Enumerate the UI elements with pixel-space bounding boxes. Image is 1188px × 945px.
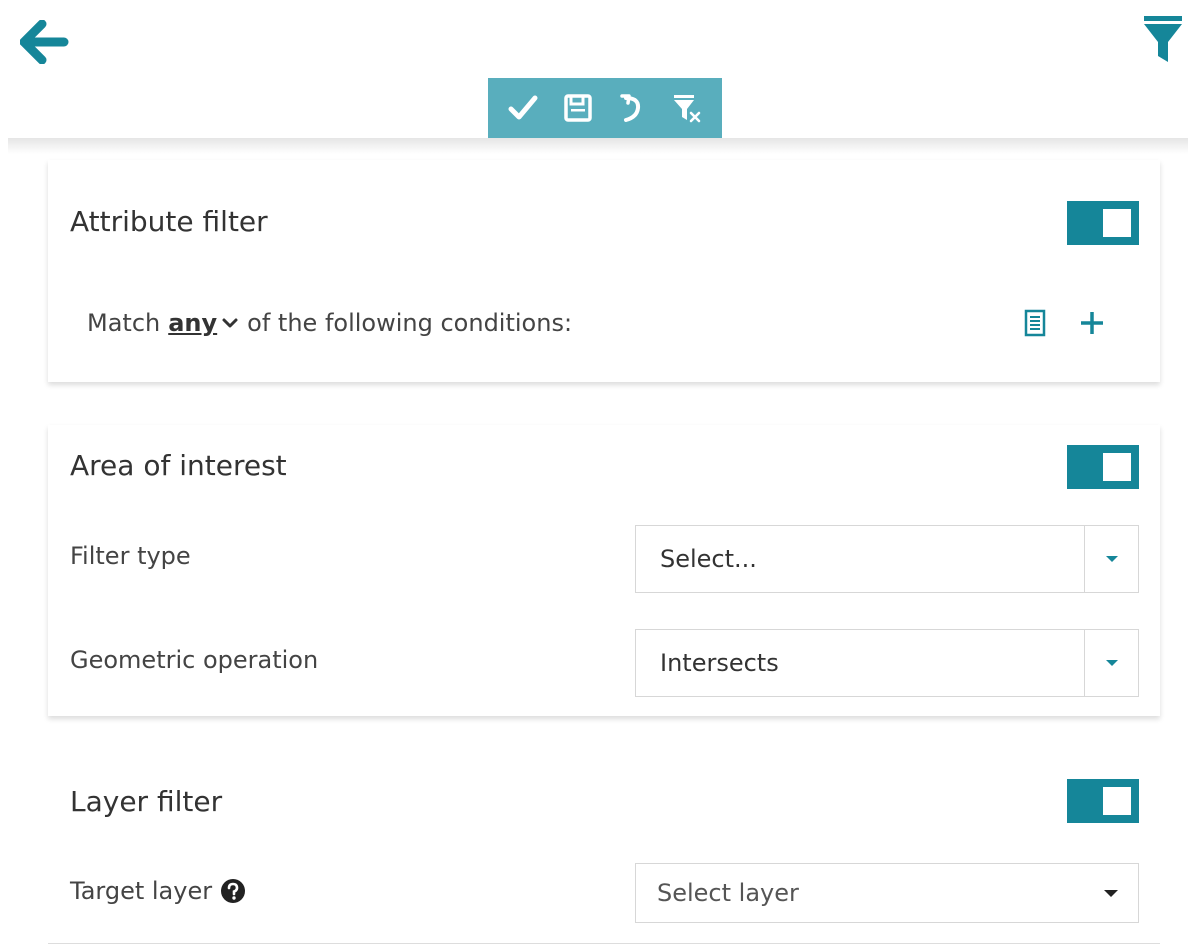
filter-type-value: Select... bbox=[660, 545, 757, 573]
match-condition-row: Match any of the following conditions: bbox=[87, 309, 572, 337]
toggle-knob bbox=[1103, 209, 1131, 237]
filter-type-select[interactable]: Select... bbox=[635, 525, 1139, 593]
filter-type-label: Filter type bbox=[70, 542, 191, 570]
filter-toolbar bbox=[488, 78, 722, 138]
match-suffix: of the following conditions: bbox=[247, 309, 573, 337]
area-of-interest-panel: Area of interest Filter type Select... G… bbox=[48, 425, 1160, 716]
match-mode-dropdown[interactable]: any bbox=[168, 309, 239, 337]
filter-button[interactable] bbox=[1142, 14, 1184, 64]
help-icon[interactable] bbox=[220, 878, 246, 904]
caret-down-icon bbox=[1104, 890, 1118, 897]
undo-icon bbox=[620, 94, 641, 122]
plus-icon bbox=[1081, 312, 1103, 334]
filter-type-dropdown-toggle[interactable] bbox=[1084, 526, 1138, 592]
target-layer-label: Target layer bbox=[70, 877, 213, 905]
toggle-knob bbox=[1103, 453, 1131, 481]
attribute-filter-toggle[interactable] bbox=[1067, 201, 1139, 245]
add-condition-button[interactable] bbox=[1075, 306, 1109, 340]
match-prefix: Match bbox=[87, 309, 161, 337]
arrow-left-icon bbox=[19, 19, 69, 65]
attribute-filter-panel: Attribute filter Match any of the follow… bbox=[48, 160, 1160, 382]
condition-list-button[interactable] bbox=[1018, 306, 1052, 340]
caret-down-icon bbox=[1105, 660, 1118, 666]
geometric-operation-value: Intersects bbox=[660, 649, 779, 677]
back-button[interactable] bbox=[19, 19, 70, 65]
list-icon bbox=[1024, 309, 1046, 337]
save-icon bbox=[564, 94, 592, 122]
layer-filter-panel: Layer filter Target layer Select layer bbox=[48, 760, 1160, 945]
geometric-operation-label: Geometric operation bbox=[70, 646, 319, 674]
geometric-operation-dropdown-toggle[interactable] bbox=[1084, 630, 1138, 696]
save-button[interactable] bbox=[556, 86, 600, 130]
target-layer-dropdown-toggle[interactable] bbox=[1084, 864, 1138, 922]
target-layer-select[interactable]: Select layer bbox=[635, 863, 1139, 923]
chevron-down-icon bbox=[222, 318, 238, 328]
toggle-knob bbox=[1103, 787, 1131, 815]
area-of-interest-toggle[interactable] bbox=[1067, 445, 1139, 489]
target-layer-label-row: Target layer bbox=[70, 877, 246, 905]
layer-filter-title: Layer filter bbox=[70, 785, 223, 818]
layer-filter-toggle[interactable] bbox=[1067, 779, 1139, 823]
geometric-operation-select[interactable]: Intersects bbox=[635, 629, 1139, 697]
attribute-filter-title: Attribute filter bbox=[70, 205, 268, 238]
top-bar bbox=[0, 0, 1188, 140]
match-mode-value: any bbox=[168, 309, 218, 337]
area-of-interest-title: Area of interest bbox=[70, 449, 287, 482]
undo-button[interactable] bbox=[610, 86, 654, 130]
bottom-divider bbox=[48, 943, 1160, 944]
clear-filter-button[interactable] bbox=[665, 86, 709, 130]
caret-down-icon bbox=[1105, 556, 1118, 562]
top-bar-shadow bbox=[8, 138, 1188, 154]
clear-filter-icon bbox=[673, 95, 701, 123]
apply-button[interactable] bbox=[501, 86, 545, 130]
check-icon bbox=[508, 95, 538, 120]
funnel-icon bbox=[1144, 16, 1182, 62]
target-layer-placeholder: Select layer bbox=[657, 879, 799, 907]
